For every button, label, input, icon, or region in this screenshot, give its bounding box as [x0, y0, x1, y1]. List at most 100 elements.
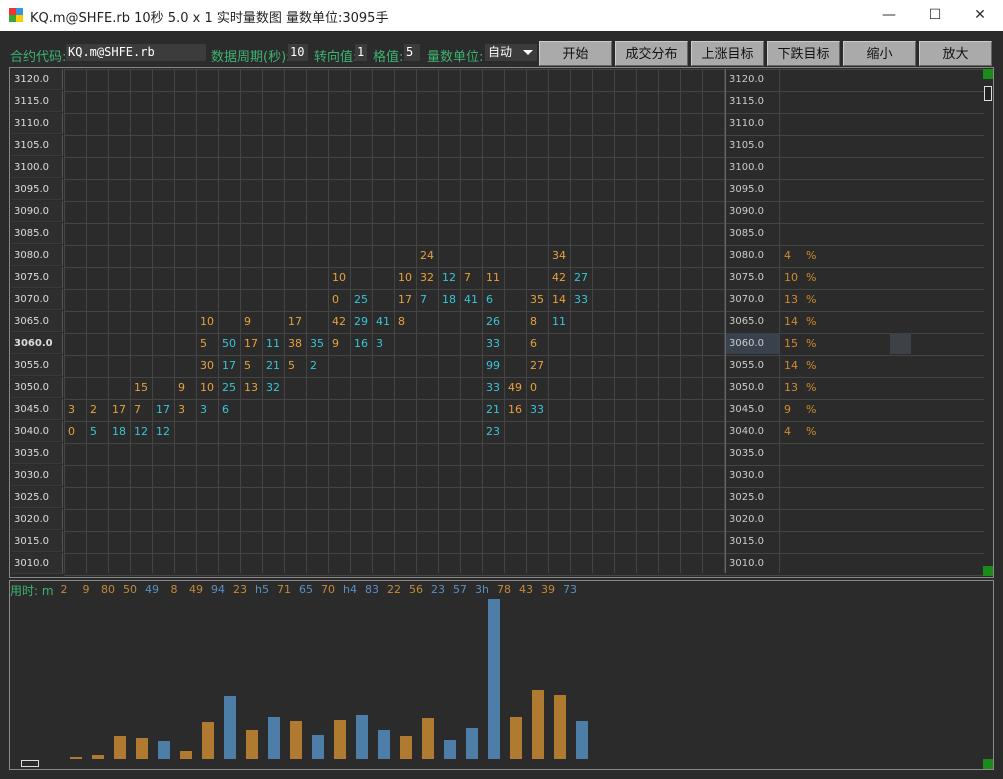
time-label: 用时: m [10, 584, 54, 598]
time-bar [488, 599, 500, 759]
time-value: 23 [431, 583, 445, 596]
grid-input[interactable]: 5 [404, 44, 420, 61]
right-price-label: 3085.0 [729, 228, 764, 239]
volume-cell: 16 [354, 337, 368, 350]
right-price-label: 3045.0 [729, 404, 764, 415]
unit-select[interactable]: 自动 [485, 44, 537, 61]
grid-line [394, 69, 395, 573]
grid-line [526, 69, 527, 573]
volume-distribution-button[interactable]: 成交分布 [615, 41, 688, 66]
grid-line [218, 69, 219, 573]
volume-cell: 2 [310, 359, 317, 372]
cursor-cell[interactable] [890, 333, 911, 354]
volume-cell: 42 [552, 271, 566, 284]
volume-cell: 21 [486, 403, 500, 416]
grid-line [64, 267, 984, 268]
bottom-panel-marker [983, 759, 993, 769]
close-button[interactable]: ✕ [957, 0, 1003, 31]
grid-line [64, 553, 984, 554]
horizontal-scrollbar-thumb[interactable] [21, 760, 39, 767]
time-bar [246, 730, 258, 759]
up-target-button[interactable]: 上涨目标 [691, 41, 764, 66]
grid-line [64, 443, 984, 444]
volume-cell: 10 [200, 315, 214, 328]
time-bar [290, 721, 302, 759]
grid-label: 格值: [373, 50, 404, 65]
start-button[interactable]: 开始 [539, 41, 612, 66]
right-price-label: 3035.0 [729, 448, 764, 459]
grid-line [64, 245, 984, 246]
distribution-value: 13 [784, 293, 798, 306]
grid-line [64, 69, 984, 70]
time-bar [114, 736, 126, 759]
volume-cell: 12 [156, 425, 170, 438]
turn-input[interactable]: 1 [355, 44, 367, 61]
percent-sign: % [806, 315, 817, 328]
contract-input[interactable]: KQ.m@SHFE.rb [66, 44, 206, 61]
grid-line [86, 69, 87, 573]
vertical-scrollbar-thumb[interactable] [984, 86, 992, 101]
toolbar: 合约代码: KQ.m@SHFE.rb 数据周期(秒): 10 转向值: 1 格值… [0, 39, 1003, 67]
right-price-label: 3075.0 [729, 272, 764, 283]
volume-cell: 33 [486, 381, 500, 394]
price-label: 3105.0 [11, 135, 63, 156]
grid-line [64, 465, 984, 466]
distribution-value: 10 [784, 271, 798, 284]
price-label: 3060.0 [11, 333, 63, 354]
grid-line [174, 69, 175, 573]
down-target-button[interactable]: 下跌目标 [767, 41, 840, 66]
right-price-label: 3025.0 [729, 492, 764, 503]
time-bar [158, 741, 170, 759]
price-label: 3095.0 [11, 179, 63, 200]
volume-cell: 35 [530, 293, 544, 306]
volume-cell: 18 [112, 425, 126, 438]
scroll-top-marker [983, 69, 993, 79]
volume-cell: 17 [222, 359, 236, 372]
volume-cell: 0 [68, 425, 75, 438]
grid-line [64, 91, 984, 92]
grid-line [64, 179, 984, 180]
right-price-label: 3015.0 [729, 536, 764, 547]
time-value: 80 [101, 583, 115, 596]
time-value: 23 [233, 583, 247, 596]
volume-cell: 41 [376, 315, 390, 328]
time-bar [312, 735, 324, 759]
time-value: 71 [277, 583, 291, 596]
volume-cell: 25 [354, 293, 368, 306]
volume-cell: 7 [464, 271, 471, 284]
volume-cell: 8 [398, 315, 405, 328]
time-value: 3h [475, 583, 489, 596]
maximize-button[interactable]: ☐ [912, 0, 958, 31]
volume-cell: 6 [222, 403, 229, 416]
time-bar [576, 721, 588, 759]
point-figure-grid [9, 67, 994, 578]
time-value: 57 [453, 583, 467, 596]
volume-cell: 25 [222, 381, 236, 394]
price-label: 3010.0 [11, 553, 63, 574]
zoom-out-button[interactable]: 缩小 [843, 41, 916, 66]
minimize-button[interactable]: — [866, 0, 912, 31]
grid-line [64, 113, 984, 114]
price-label: 3050.0 [11, 377, 63, 398]
time-bar [268, 717, 280, 759]
volume-cell: 3 [178, 403, 185, 416]
zoom-in-button[interactable]: 放大 [919, 41, 992, 66]
volume-cell: 33 [486, 337, 500, 350]
time-value: 56 [409, 583, 423, 596]
period-label: 数据周期(秒): [211, 50, 291, 65]
volume-cell: 0 [332, 293, 339, 306]
grid-line [702, 69, 703, 573]
time-value: 22 [387, 583, 401, 596]
volume-cell: 6 [486, 293, 493, 306]
right-price-label: 3120.0 [729, 74, 764, 85]
period-input[interactable]: 10 [288, 44, 308, 61]
right-price-label: 3060.0 [726, 333, 779, 354]
volume-cell: 27 [574, 271, 588, 284]
price-label: 3065.0 [11, 311, 63, 332]
volume-cell: 99 [486, 359, 500, 372]
grid-line [284, 69, 285, 573]
price-label: 3090.0 [11, 201, 63, 222]
volume-cell: 17 [112, 403, 126, 416]
grid-line [64, 575, 984, 576]
grid-line [592, 69, 593, 573]
